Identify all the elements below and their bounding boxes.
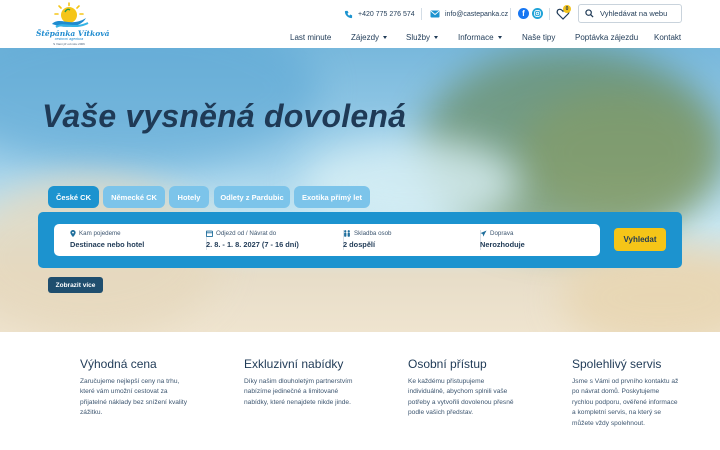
travelers-field[interactable]: Skladba osob 2 dospělí	[343, 229, 463, 251]
email-address: info@castepanka.cz	[445, 10, 509, 18]
destination-field[interactable]: Kam pojedeme Destinace nebo hotel	[70, 229, 190, 251]
feature-title: Osobní přístup	[408, 357, 487, 371]
calendar-icon	[206, 230, 213, 237]
feature-text: Jsme s Vámi od prvního kontaktu až po ná…	[572, 378, 679, 427]
nav-zajezdy[interactable]: Zájezdy	[351, 31, 388, 43]
feature-title: Spolehlivý servis	[572, 357, 662, 371]
nav-last-minute[interactable]: Last minute	[290, 31, 331, 43]
hero-banner: Vaše vysněná dovolená České CK Německé C…	[0, 48, 720, 332]
hero-headline: Vaše vysněná dovolená	[42, 98, 407, 134]
plane-icon	[480, 230, 487, 237]
dates-value: 2. 8. - 1. 8. 2027 (7 - 16 dní)	[206, 240, 299, 249]
feature-text: Ke každému přistupujeme individuálně, ab…	[408, 378, 514, 417]
nav-label: Last minute	[290, 32, 332, 42]
phone-number: +420 775 276 574	[358, 10, 415, 18]
site-header: Štěpánka Vítková cestovní agentura S Vám…	[0, 0, 720, 48]
search-icon	[585, 9, 594, 18]
logo[interactable]: Štěpánka Vítková cestovní agentura S Vám…	[36, 2, 109, 46]
tab-ceske-ck[interactable]: České CK	[48, 186, 99, 208]
phone-link[interactable]: +420 775 276 574	[344, 7, 415, 21]
feature-title: Exkluzivní nabídky	[244, 357, 344, 371]
transport-value: Nerozhoduje	[480, 240, 525, 249]
header-divider	[510, 8, 511, 20]
destination-label: Kam pojedeme	[79, 230, 121, 237]
tab-odlety-pardubice[interactable]: Odlety z Pardubic	[214, 186, 290, 208]
feature-title: Výhodná cena	[80, 357, 157, 371]
nav-nase-tipy[interactable]: Naše tipy	[522, 31, 555, 43]
nav-label: Informace	[458, 32, 494, 42]
feature-card: Exkluzivní nabídky Díky našim dlouholetý…	[244, 357, 358, 408]
email-icon	[430, 10, 440, 18]
trip-search-fields: Kam pojedeme Destinace nebo hotel Odjezd…	[54, 224, 600, 256]
nav-poptavka[interactable]: Poptávka zájezdu	[575, 31, 638, 43]
hero-palm-blur	[520, 88, 720, 218]
tab-hotely[interactable]: Hotely	[169, 186, 209, 208]
nav-label: Poptávka zájezdu	[575, 32, 639, 42]
map-pin-icon	[70, 230, 76, 237]
instagram-icon[interactable]	[532, 8, 543, 19]
nav-label: Služby	[406, 32, 431, 42]
destination-value: Destinace nebo hotel	[70, 240, 145, 249]
nav-sluzby[interactable]: Služby	[406, 31, 439, 43]
chevron-down-icon	[497, 35, 502, 39]
feature-card: Výhodná cena Zaručujeme nejlepší ceny na…	[80, 357, 192, 419]
phone-icon	[344, 10, 353, 18]
dates-label: Odjezd od / Návrat do	[216, 230, 277, 237]
tab-nemecke-ck[interactable]: Německé CK	[103, 186, 165, 208]
feature-text: Zaručujeme nejlepší ceny na trhu, které …	[80, 378, 188, 417]
nav-informace[interactable]: Informace	[458, 31, 502, 43]
header-divider	[549, 8, 550, 20]
email-link[interactable]: info@castepanka.cz	[430, 7, 508, 21]
logo-since: S Vámi již od roku 2006	[53, 42, 85, 46]
feature-card: Spolehlivý servis Jsme s Vámi od prvního…	[572, 357, 680, 429]
nav-label: Kontakt	[654, 32, 682, 42]
logo-subtitle: cestovní agentura	[54, 37, 84, 41]
header-divider	[421, 8, 422, 20]
nav-kontakt[interactable]: Kontakt	[654, 31, 681, 43]
nav-label: Zájezdy	[351, 32, 380, 42]
dates-field[interactable]: Odjezd od / Návrat do 2. 8. - 1. 8. 2027…	[206, 229, 331, 251]
chevron-down-icon	[434, 35, 439, 39]
chevron-down-icon	[383, 35, 388, 39]
favorites-count-badge: 0	[563, 5, 571, 13]
feature-card: Osobní přístup Ke každému přistupujeme i…	[408, 357, 520, 419]
search-placeholder: Vyhledávat na webu	[600, 9, 668, 18]
features-section: Výhodná cena Zaručujeme nejlepší ceny na…	[0, 332, 720, 450]
transport-label: Doprava	[490, 230, 514, 237]
people-icon	[344, 230, 350, 237]
travelers-value: 2 dospělí	[343, 240, 376, 249]
feature-text: Díky našim dlouholetým partnerstvím nabí…	[244, 378, 353, 406]
show-more-button[interactable]: Zobrazit více	[48, 277, 103, 293]
tab-exotika[interactable]: Exotika přímý let	[294, 186, 370, 208]
search-submit-button[interactable]: Vyhledat	[614, 228, 666, 251]
facebook-icon[interactable]: f	[518, 8, 529, 19]
site-search-input[interactable]: Vyhledávat na webu	[578, 4, 682, 23]
trip-search-panel: Kam pojedeme Destinace nebo hotel Odjezd…	[38, 212, 682, 268]
travelers-label: Skladba osob	[354, 230, 392, 237]
logo-sun-wave-icon	[52, 2, 89, 28]
transport-field[interactable]: Doprava Nerozhoduje	[480, 229, 590, 251]
nav-label: Naše tipy	[522, 32, 556, 42]
